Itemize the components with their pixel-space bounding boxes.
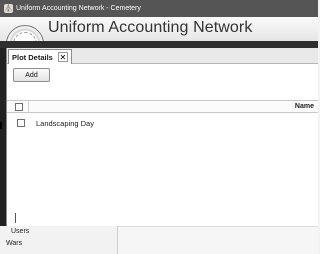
window-title: Uniform Accounting Network - Cemetery xyxy=(16,5,141,12)
nav-item-users[interactable]: Users xyxy=(11,228,29,235)
column-separator xyxy=(28,101,29,112)
nav-panel: Users Wars xyxy=(0,226,118,254)
scroll-indicator xyxy=(15,213,16,223)
table-row[interactable]: Landscaping Day xyxy=(7,117,318,129)
nav-item-wars[interactable]: Wars xyxy=(6,240,22,247)
tab-plot-details[interactable]: Plot Details ✕ xyxy=(8,49,72,64)
edge-marker xyxy=(0,122,2,129)
tab-label: Plot Details xyxy=(12,52,53,62)
select-all-checkbox[interactable] xyxy=(15,103,23,111)
window-titlebar: ⛪ Uniform Accounting Network - Cemetery xyxy=(0,0,318,17)
row-checkbox[interactable] xyxy=(17,119,25,127)
toolbar-divider xyxy=(0,41,318,48)
app-banner: Uniform Accounting Network xyxy=(0,17,318,63)
brand-title: Uniform Accounting Network xyxy=(48,19,253,36)
app-icon: ⛪ xyxy=(4,4,13,13)
column-header-name[interactable]: Name xyxy=(295,103,314,110)
row-name: Landscaping Day xyxy=(36,119,94,128)
close-icon[interactable]: ✕ xyxy=(57,52,68,62)
tab-strip: Plot Details ✕ xyxy=(7,48,318,64)
add-button[interactable]: Add xyxy=(13,68,50,82)
status-area xyxy=(118,226,318,254)
grid-header: Name xyxy=(7,100,318,113)
plot-details-panel: Plot Details ✕ Add Name Landscaping Day xyxy=(6,48,318,226)
